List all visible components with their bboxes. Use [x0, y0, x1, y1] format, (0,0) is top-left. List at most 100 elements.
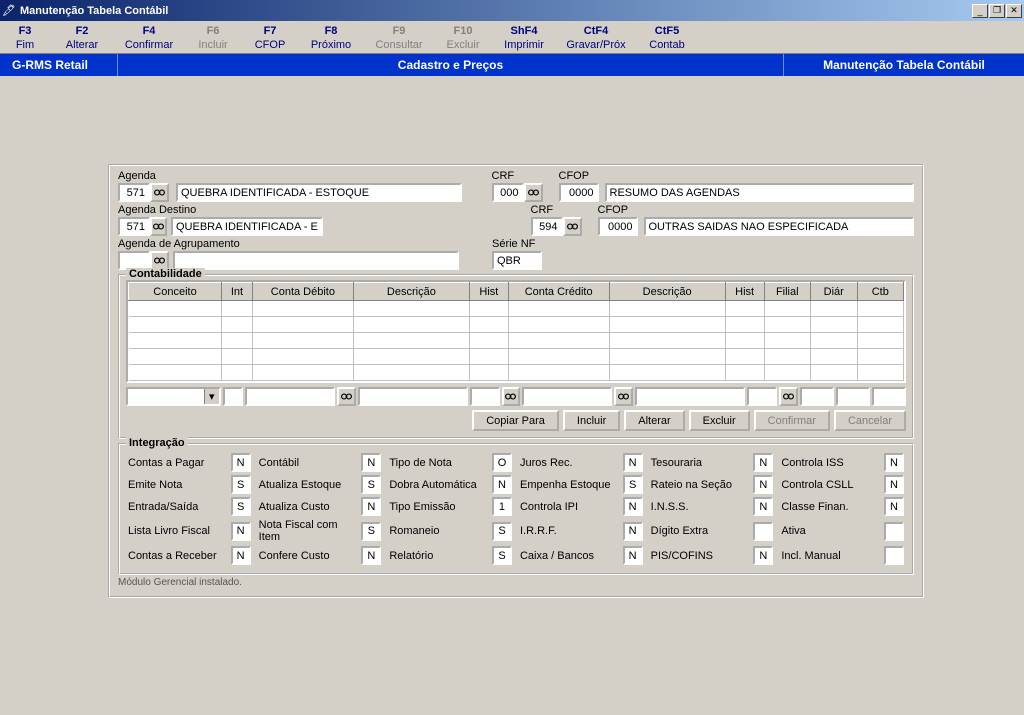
fkey-f3[interactable]: F3Fim	[0, 25, 50, 51]
hist-debito-lookup[interactable]	[502, 387, 521, 406]
agenda-agrup-desc[interactable]	[173, 251, 459, 270]
descricao-credito-input[interactable]	[635, 387, 745, 406]
fkey-f6: F6Incluir	[184, 25, 242, 51]
diar-input[interactable]	[836, 387, 870, 406]
serie-nf-label: Série NF	[492, 238, 542, 250]
int-value[interactable]	[884, 475, 904, 494]
fkey-f7[interactable]: F7CFOP	[242, 25, 298, 51]
agenda-desc[interactable]	[176, 183, 462, 202]
int-value[interactable]	[753, 497, 773, 516]
int-value[interactable]	[361, 497, 381, 516]
int-value[interactable]	[753, 475, 773, 494]
agenda-dest-desc[interactable]	[171, 217, 323, 236]
fkey-shf4[interactable]: ShF4Imprimir	[492, 25, 556, 51]
int-value[interactable]	[884, 522, 904, 541]
int-value[interactable]	[623, 546, 643, 565]
table-row[interactable]	[129, 317, 904, 333]
conta-debito-lookup[interactable]	[337, 387, 356, 406]
excluir-button[interactable]: Excluir	[689, 410, 750, 431]
titlebar: 🖋 Manutenção Tabela Contábil _ ❐ ✕	[0, 0, 1024, 21]
int-value[interactable]	[753, 453, 773, 472]
int-tipo-de-nota: Tipo de Nota	[389, 453, 512, 472]
fkey-f9: F9Consultar	[364, 25, 434, 51]
app-icon: 🖋	[2, 4, 16, 18]
fkey-f8[interactable]: F8Próximo	[298, 25, 364, 51]
int-value[interactable]	[884, 546, 904, 565]
int-value[interactable]	[492, 522, 512, 541]
agenda-agrup-label: Agenda de Agrupamento	[118, 238, 459, 250]
int-pis-cofins: PIS/COFINS	[651, 546, 774, 565]
conta-credito-input[interactable]	[522, 387, 612, 406]
int-value[interactable]	[623, 522, 643, 541]
int-value[interactable]	[884, 453, 904, 472]
int-value[interactable]	[623, 475, 643, 494]
crf1-value[interactable]	[492, 183, 524, 202]
conceito-combo[interactable]: ▾	[126, 387, 221, 406]
agenda-code[interactable]	[118, 183, 150, 202]
fkey-f2[interactable]: F2Alterar	[50, 25, 114, 51]
cfop1-desc[interactable]	[605, 183, 915, 202]
agenda-dest-lookup[interactable]	[150, 217, 167, 236]
col-1: Int	[222, 283, 253, 301]
int-value[interactable]	[231, 546, 251, 565]
conta-credito-lookup[interactable]	[614, 387, 633, 406]
serie-nf-value[interactable]	[492, 251, 542, 270]
maximize-button[interactable]: ❐	[989, 4, 1005, 18]
int-value[interactable]	[361, 546, 381, 565]
edit-row: ▾	[126, 387, 906, 406]
int-value[interactable]	[492, 453, 512, 472]
agenda-dest-code[interactable]	[118, 217, 150, 236]
crf1-lookup[interactable]	[524, 183, 543, 202]
table-row[interactable]	[129, 301, 904, 317]
int-value[interactable]	[361, 475, 381, 494]
hist-credito-input[interactable]	[747, 387, 777, 406]
crf2-value[interactable]	[531, 217, 563, 236]
int-value[interactable]	[231, 453, 251, 472]
int-input[interactable]	[223, 387, 243, 406]
close-button[interactable]: ✕	[1006, 4, 1022, 18]
conta-debito-input[interactable]	[245, 387, 335, 406]
int-d-gito-extra: Dígito Extra	[651, 519, 774, 543]
int-value[interactable]	[753, 546, 773, 565]
crf2-lookup[interactable]	[563, 217, 582, 236]
hist-credito-lookup[interactable]	[779, 387, 798, 406]
int-value[interactable]	[623, 453, 643, 472]
minimize-button[interactable]: _	[972, 4, 988, 18]
int-value[interactable]	[231, 497, 251, 516]
alterar-button[interactable]: Alterar	[624, 410, 684, 431]
copiar-para-button[interactable]: Copiar Para	[472, 410, 559, 431]
agenda-lookup[interactable]	[150, 183, 169, 202]
contabilidade-table: ConceitoIntConta DébitoDescriçãoHistCont…	[126, 280, 906, 383]
fkey-f4[interactable]: F4Confirmar	[114, 25, 184, 51]
int-i-n-s-s-: I.N.S.S.	[651, 497, 774, 516]
int-value[interactable]	[623, 497, 643, 516]
incluir-button[interactable]: Incluir	[563, 410, 620, 431]
table-row[interactable]	[129, 349, 904, 365]
int-value[interactable]	[492, 475, 512, 494]
table-row[interactable]	[129, 365, 904, 381]
int-value[interactable]	[753, 522, 773, 541]
button-row: Copiar Para Incluir Alterar Excluir Conf…	[126, 410, 906, 431]
cfop2-code[interactable]	[598, 217, 638, 236]
table-row[interactable]	[129, 333, 904, 349]
cancelar-button[interactable]: Cancelar	[834, 410, 906, 431]
hist-debito-input[interactable]	[470, 387, 500, 406]
agenda-label: Agenda	[118, 170, 170, 182]
int-value[interactable]	[492, 546, 512, 565]
fkey-ctf4[interactable]: CtF4Gravar/Próx	[556, 25, 636, 51]
int-value[interactable]	[361, 453, 381, 472]
int-value[interactable]	[361, 522, 381, 541]
filial-input[interactable]	[800, 387, 834, 406]
int-value[interactable]	[492, 497, 512, 516]
function-key-bar: F3FimF2AlterarF4ConfirmarF6IncluirF7CFOP…	[0, 21, 1024, 54]
int-value[interactable]	[884, 497, 904, 516]
descricao-debito-input[interactable]	[358, 387, 468, 406]
fkey-ctf5[interactable]: CtF5Contab	[636, 25, 698, 51]
int-value[interactable]	[231, 475, 251, 494]
ctb-input[interactable]	[872, 387, 906, 406]
confirmar-button[interactable]: Confirmar	[754, 410, 830, 431]
int-value[interactable]	[231, 522, 251, 541]
col-2: Conta Débito	[253, 283, 354, 301]
cfop1-code[interactable]	[559, 183, 599, 202]
cfop2-desc[interactable]	[644, 217, 915, 236]
